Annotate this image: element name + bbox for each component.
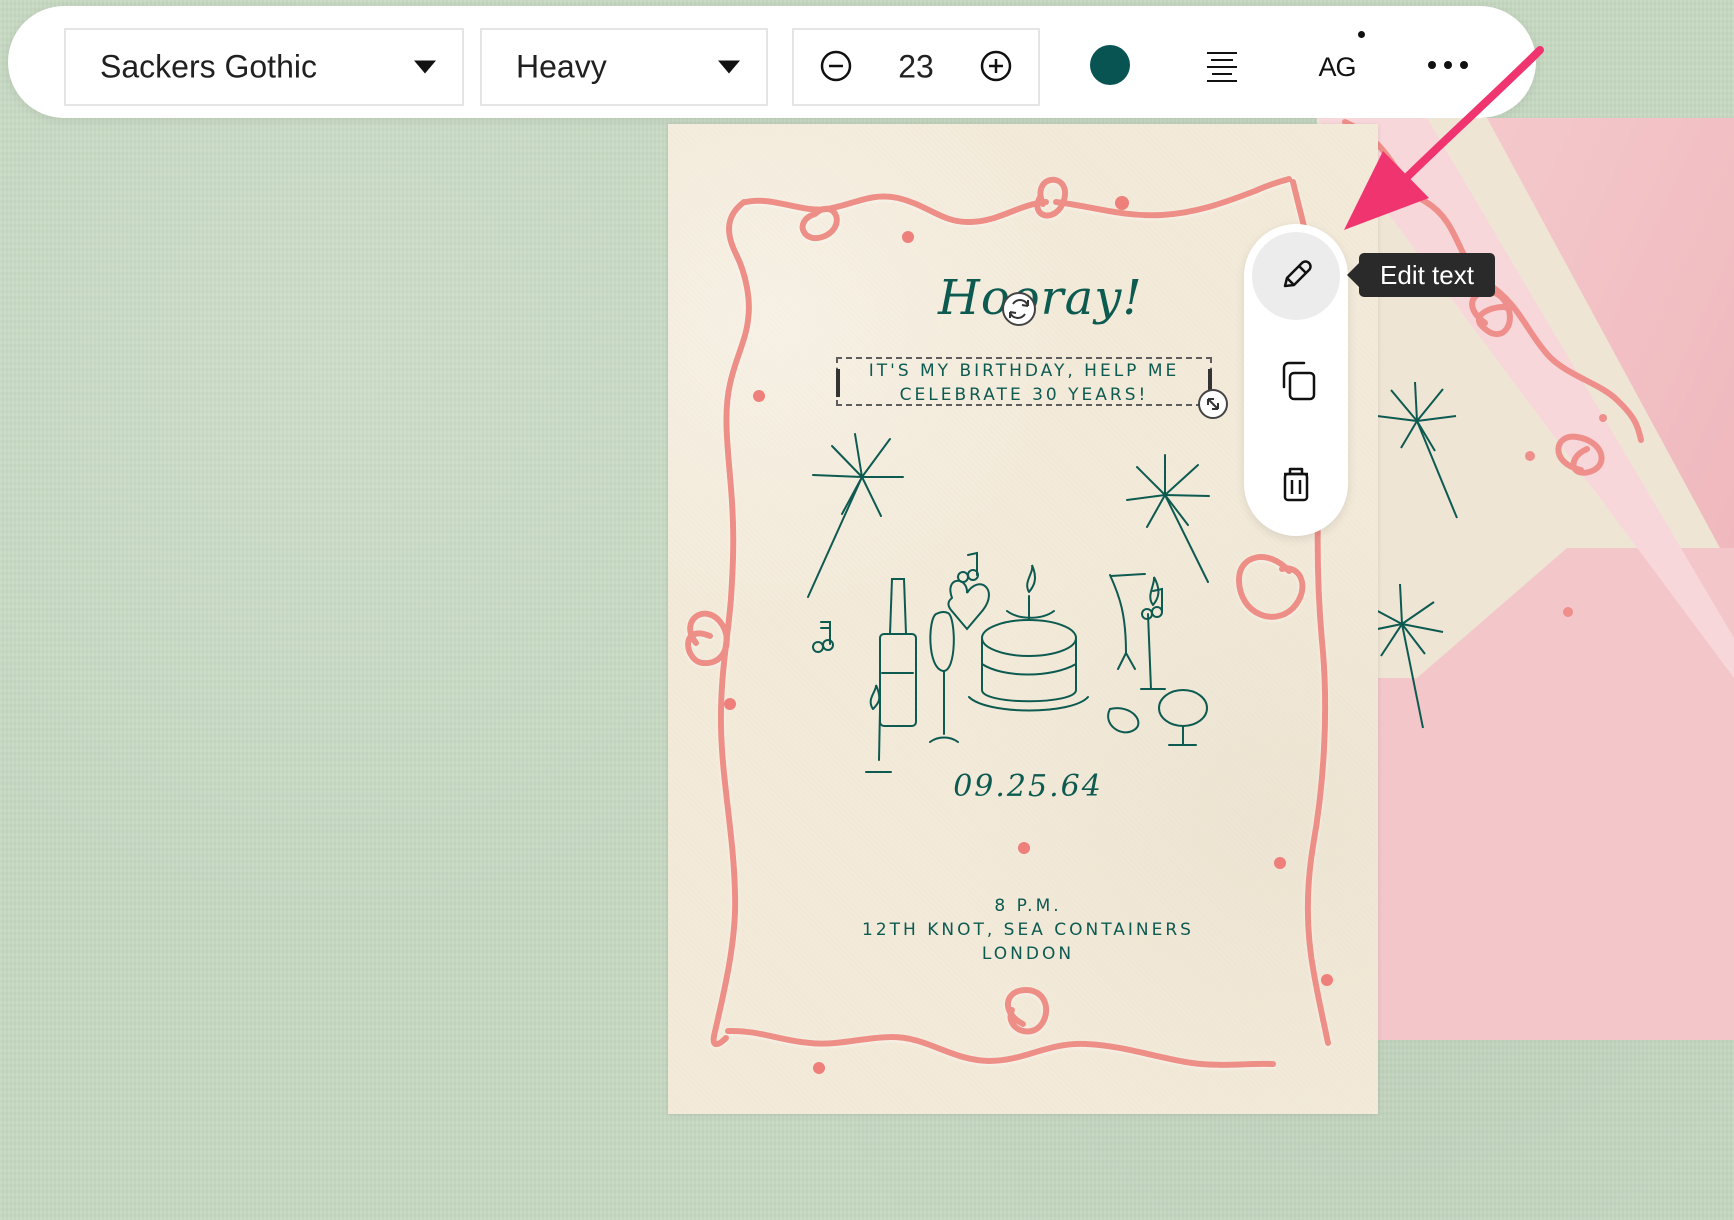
pencil-icon (1283, 260, 1312, 288)
color-swatch (1090, 45, 1130, 85)
event-city: LONDON (981, 944, 1075, 964)
rotate-handle[interactable] (1002, 292, 1036, 326)
font-family-value: Sackers Gothic (100, 48, 317, 85)
event-venue: 12TH KNOT, SEA CONTAINERS (862, 920, 1194, 940)
font-weight-value: Heavy (516, 48, 607, 85)
minus-circle-icon[interactable] (818, 48, 854, 84)
font-weight-select[interactable]: Heavy (480, 28, 768, 106)
align-center-icon (1207, 52, 1237, 82)
rotate-icon (1009, 299, 1029, 319)
font-family-select[interactable]: Sackers Gothic (64, 28, 464, 106)
edit-text-tooltip: Edit text (1347, 253, 1495, 297)
text-style-label: AG (1318, 51, 1356, 82)
element-actions-panel (1244, 224, 1348, 536)
event-date[interactable]: 09.25.64 (918, 769, 1138, 804)
left-text-handle[interactable] (836, 369, 840, 397)
chevron-down-icon (414, 60, 436, 74)
duplicate-icon (1282, 361, 1316, 401)
text-style-button[interactable]: AG (1305, 31, 1369, 97)
event-time: 8 P.M. (994, 896, 1062, 916)
event-details[interactable]: 8 P.M. 12TH KNOT, SEA CONTAINERS LONDON (818, 894, 1238, 966)
selected-text-box[interactable]: IT'S MY BIRTHDAY, HELP ME CELEBRATE 30 Y… (836, 357, 1212, 406)
trash-icon (1283, 467, 1309, 502)
selected-text-line-1: IT'S MY BIRTHDAY, HELP ME (868, 361, 1180, 381)
resize-icon (1207, 398, 1219, 410)
font-size-value: 23 (898, 48, 934, 85)
more-icon (1428, 61, 1468, 69)
chevron-down-icon (718, 60, 740, 74)
text-color-button[interactable] (1078, 33, 1142, 97)
font-size-stepper[interactable]: 23 (792, 28, 1040, 106)
duplicate-button[interactable] (1252, 337, 1340, 425)
text-toolbar: Sackers Gothic Heavy 23 AG (8, 6, 1536, 118)
resize-handle[interactable] (1198, 389, 1228, 419)
more-options-button[interactable] (1416, 33, 1480, 97)
text-style-indicator (1358, 31, 1365, 38)
delete-button[interactable] (1252, 440, 1340, 528)
plus-circle-icon[interactable] (978, 48, 1014, 84)
selected-text-line-2: CELEBRATE 30 YEARS! (899, 385, 1149, 405)
align-button[interactable] (1190, 33, 1254, 97)
edit-text-button[interactable] (1252, 232, 1340, 320)
